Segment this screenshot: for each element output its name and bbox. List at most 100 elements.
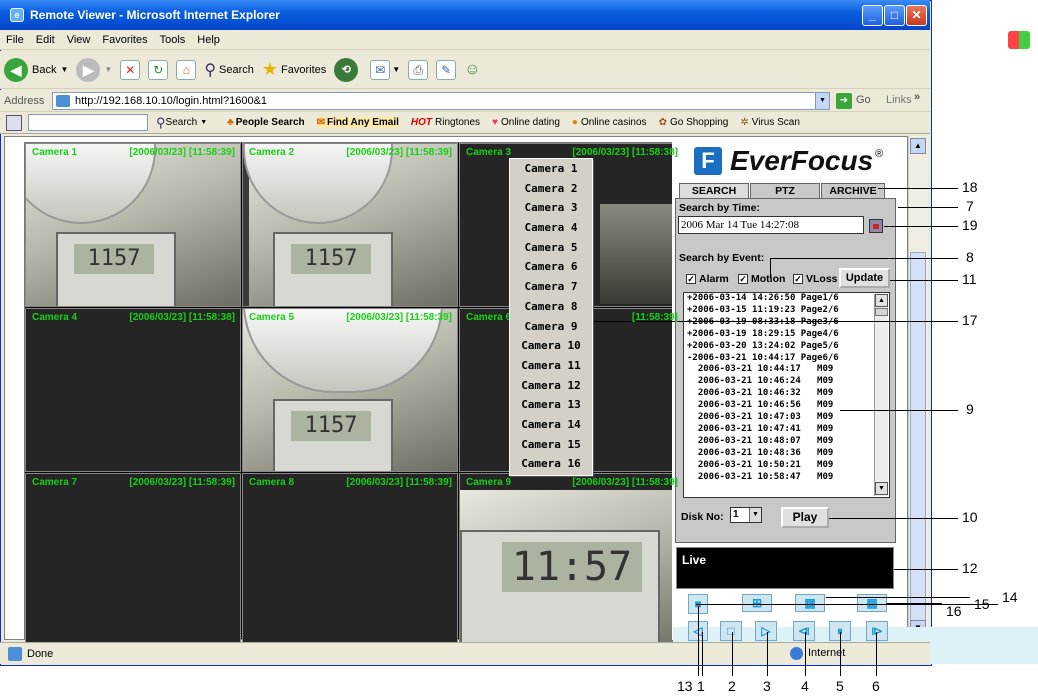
print-button[interactable]: ⎙ <box>408 59 429 80</box>
tab-archive[interactable]: ARCHIVE <box>821 183 885 199</box>
menu-help[interactable]: Help <box>197 34 220 46</box>
menu-item-camera-6[interactable]: Camera 6 <box>510 257 592 277</box>
step-forward-button[interactable]: ⧐ <box>866 621 888 641</box>
menu-item-camera-14[interactable]: Camera 14 <box>510 415 592 435</box>
update-button[interactable]: Update <box>839 268 890 288</box>
scroll-down-icon[interactable]: ▼ <box>875 482 888 495</box>
link-ringtones[interactable]: HOT Ringtones <box>411 117 480 128</box>
refresh-button[interactable]: ↻ <box>148 59 169 80</box>
stop-button[interactable]: ✕ <box>120 59 141 80</box>
event-row[interactable]: +2006-03-14 14:26:50 Page1/6 <box>684 293 889 305</box>
back-button[interactable]: ◀ Back ▼ <box>4 57 68 82</box>
disk-select[interactable]: 1 ▼ <box>730 507 762 523</box>
go-button[interactable]: Go <box>856 94 871 106</box>
mail-button[interactable]: ✉ ▼ <box>370 59 400 80</box>
home-button[interactable]: ⌂ <box>176 59 197 80</box>
camera-cell-8[interactable]: Camera 8 [2006/03/23] [11:58:39] <box>242 473 458 643</box>
menu-item-camera-7[interactable]: Camera 7 <box>510 277 592 297</box>
menu-edit[interactable]: Edit <box>36 34 55 46</box>
vloss-checkbox[interactable]: ✓ VLoss <box>793 273 838 285</box>
event-row[interactable]: 2006-03-21 10:48:07 M09 <box>684 436 889 448</box>
toolbar-logo-icon[interactable] <box>6 114 22 131</box>
menu-tools[interactable]: Tools <box>160 34 186 46</box>
search-time-input[interactable]: 2006 Mar 14 Tue 14:27:08 <box>678 216 864 234</box>
menu-item-camera-13[interactable]: Camera 13 <box>510 395 592 415</box>
layout-quad-button[interactable]: ⊞ <box>742 594 772 612</box>
camera-cell-4[interactable]: Camera 4 [2006/03/23] [11:58:38] <box>25 308 241 472</box>
menu-item-camera-9[interactable]: Camera 9 <box>510 317 592 337</box>
menu-item-camera-2[interactable]: Camera 2 <box>510 179 592 199</box>
tab-search[interactable]: SEARCH <box>679 183 749 199</box>
camera-cell-5[interactable]: 1157 Camera 5 [2006/03/23] [11:58:39] <box>242 308 458 472</box>
layout-9-button[interactable]: ▦ <box>795 594 825 612</box>
event-row[interactable]: 2006-03-21 10:58:47 M09 <box>684 472 889 484</box>
play-button[interactable]: Play <box>781 507 829 528</box>
page-scrollbar[interactable]: ▲ ▼ <box>908 136 928 640</box>
play-forward-button[interactable]: ▷ <box>755 621 777 641</box>
forward-button[interactable]: ▶ ▼ <box>76 57 112 82</box>
links-chevron-icon[interactable]: » <box>914 91 920 103</box>
menu-item-camera-8[interactable]: Camera 8 <box>510 297 592 317</box>
edit-button[interactable]: ✎ <box>436 59 457 80</box>
menu-item-camera-3[interactable]: Camera 3 <box>510 198 592 218</box>
address-input[interactable]: http://192.168.10.10/login.html?1600&1 ▼ <box>52 92 830 110</box>
menu-item-camera-16[interactable]: Camera 16 <box>510 454 592 474</box>
menu-item-camera-1[interactable]: Camera 1 <box>510 159 592 179</box>
event-row[interactable]: 2006-03-21 10:50:21 M09 <box>684 460 889 472</box>
menu-favorites[interactable]: Favorites <box>102 34 147 46</box>
menu-item-camera-12[interactable]: Camera 12 <box>510 376 592 396</box>
event-row[interactable]: 2006-03-21 10:48:36 M09 <box>684 448 889 460</box>
scroll-thumb[interactable] <box>875 308 888 316</box>
event-row[interactable]: 2006-03-21 10:47:03 M09 <box>684 412 889 424</box>
step-back-button[interactable]: ⧏ <box>793 621 815 641</box>
toolbar-search-input[interactable] <box>28 114 148 131</box>
link-people-search[interactable]: ♣ People Search <box>227 117 304 128</box>
link-virus-scan[interactable]: ✲ Virus Scan <box>740 117 800 128</box>
toolbar-search-button[interactable]: ⚲ Search ▼ <box>156 115 207 131</box>
alarm-checkbox[interactable]: ✓ Alarm <box>686 273 729 285</box>
calendar-icon[interactable] <box>869 219 883 233</box>
search-button[interactable]: ⚲ Search <box>204 60 254 80</box>
motion-checkbox[interactable]: ✓ Motion <box>738 273 785 285</box>
link-go-shopping[interactable]: ✿ Go Shopping <box>659 117 729 128</box>
menu-view[interactable]: View <box>67 34 91 46</box>
event-row[interactable]: +2006-03-19 18:29:15 Page4/6 <box>684 329 889 341</box>
scroll-up-icon[interactable]: ▲ <box>910 138 926 154</box>
favorites-button[interactable]: ★ Favorites <box>262 59 326 80</box>
history-button[interactable]: ⟲ <box>334 57 362 82</box>
link-find-email[interactable]: ✉ Find Any Email <box>316 117 399 128</box>
menu-item-camera-5[interactable]: Camera 5 <box>510 238 592 258</box>
tab-ptz[interactable]: PTZ <box>750 183 820 199</box>
menu-file[interactable]: File <box>6 34 24 46</box>
event-list[interactable]: +2006-03-14 14:26:50 Page1/6 +2006-03-15… <box>683 292 890 498</box>
scroll-thumb[interactable] <box>910 252 926 622</box>
minimize-button[interactable]: _ <box>862 5 883 26</box>
menu-item-camera-15[interactable]: Camera 15 <box>510 435 592 455</box>
event-row[interactable]: 2006-03-21 10:44:17 M09 <box>684 364 889 376</box>
links-label[interactable]: Links <box>886 94 912 106</box>
go-arrow-icon[interactable]: ➜ <box>836 93 852 109</box>
scroll-up-icon[interactable]: ▲ <box>875 294 888 307</box>
camera-cell-9[interactable]: 11:57 Camera 9 [2006/03/23] [11:58:39] <box>459 473 684 643</box>
event-row[interactable]: -2006-03-21 10:44:17 Page6/6 <box>684 353 889 365</box>
link-online-dating[interactable]: ♥ Online dating <box>492 117 560 128</box>
event-row[interactable]: 2006-03-21 10:47:41 M09 <box>684 424 889 436</box>
camera-cell-1[interactable]: 1157 Camera 1 [2006/03/23] [11:58:39] <box>25 143 241 307</box>
menu-item-camera-4[interactable]: Camera 4 <box>510 218 592 238</box>
camera-cell-7[interactable]: Camera 7 [2006/03/23] [11:58:39] <box>25 473 241 643</box>
menu-item-camera-10[interactable]: Camera 10 <box>510 336 592 356</box>
event-row[interactable]: 2006-03-21 10:46:32 M09 <box>684 388 889 400</box>
maximize-button[interactable]: □ <box>884 5 905 26</box>
event-list-scrollbar[interactable]: ▲ ▼ <box>874 294 888 496</box>
stop-playback-button[interactable]: □ <box>720 621 742 641</box>
chevron-down-icon[interactable]: ▼ <box>815 93 829 109</box>
event-row[interactable]: +2006-03-20 13:24:02 Page5/6 <box>684 341 889 353</box>
menu-item-camera-11[interactable]: Camera 11 <box>510 356 592 376</box>
close-button[interactable]: ✕ <box>906 5 927 26</box>
messenger-button[interactable]: ☺ <box>464 61 480 79</box>
camera-cell-2[interactable]: 1157 Camera 2 [2006/03/23] [11:58:39] <box>242 143 458 307</box>
link-online-casinos[interactable]: ● Online casinos <box>572 117 647 128</box>
event-row[interactable]: +2006-03-19 08:33:18 Page3/6 <box>684 317 889 329</box>
event-row[interactable]: +2006-03-15 11:19:23 Page2/6 <box>684 305 889 317</box>
event-row[interactable]: 2006-03-21 10:46:24 M09 <box>684 376 889 388</box>
